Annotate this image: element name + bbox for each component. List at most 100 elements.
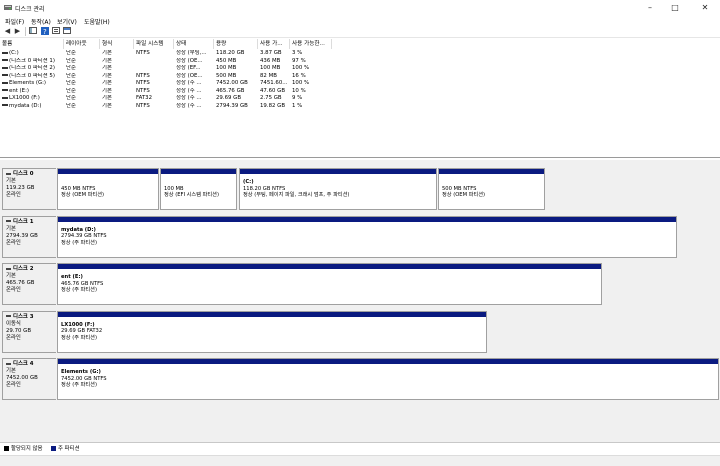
volume-cell: 단순 [66, 102, 76, 109]
partition-block[interactable]: 500 MB NTFS 정상 (OEM 파티션) [438, 168, 545, 210]
forward-arrow-icon: ▶ [14, 27, 21, 35]
volume-cell: (디스크 0 파티션 1) [0, 58, 64, 66]
help-button[interactable]: ? [40, 27, 49, 36]
volume-cell: NTFS [136, 102, 150, 109]
disk-type: 이동식 [6, 320, 21, 327]
volume-cell: 단순 [66, 80, 76, 86]
partition-type-bar [58, 311, 486, 317]
properties-icon [51, 27, 60, 34]
volume-cell: 3.87 GB [260, 50, 282, 56]
disk-size: 7452.00 GB [6, 375, 38, 381]
menu-file[interactable]: 파일(F) [5, 17, 24, 26]
volume-cell: 9 % [292, 95, 303, 101]
volume-cell: (디스크 0 파티션 5) [0, 73, 64, 81]
disk-icon [6, 220, 11, 222]
volume-icon [2, 96, 8, 99]
back-arrow-icon: ◀ [4, 27, 11, 35]
partition-info: mydata (D:) 2794.39 GB NTFS 정상 (주 파티션) [61, 227, 674, 247]
volume-cell: NTFS [136, 50, 150, 56]
partition-block[interactable]: 450 MB NTFS 정상 (OEM 파티션) [57, 168, 159, 210]
menu-view[interactable]: 보기(V) [57, 17, 77, 26]
menu-help[interactable]: 도움말(H) [84, 17, 110, 26]
volume-icon [2, 66, 8, 69]
partition-status: 정상 (주 파티션) [61, 334, 97, 341]
toolbar-separator [25, 27, 26, 36]
volume-cell: (C:) [0, 50, 64, 58]
partition-status: 정상 (주 파티션) [61, 239, 97, 246]
volume-cell: 82 MB [260, 72, 277, 79]
volume-cell: LX1000 (F:) [0, 95, 64, 103]
console-tree-button[interactable] [28, 27, 37, 36]
column-header-layout[interactable]: 레이아웃 [64, 39, 100, 49]
partition-type-bar [439, 169, 544, 174]
disk-label[interactable]: 디스크 4 기본 7452.00 GB 온라인 [2, 358, 56, 400]
back-button[interactable]: ◀ [3, 27, 12, 36]
column-header-filesystem[interactable]: 파일 시스템 [134, 39, 174, 49]
volume-cell: 16 % [292, 72, 306, 79]
disk-row: 디스크 3 이동식 29.70 GB 온라인 LX1000 (F:) 29.69 GB F… [0, 307, 720, 353]
volume-cell: NTFS [136, 87, 150, 94]
column-header-type[interactable]: 형식 [100, 39, 134, 49]
column-header-free-percent[interactable]: 사용 가능한... [290, 39, 332, 49]
volume-cell: 기본 [102, 72, 112, 79]
disk-label[interactable]: 디스크 3 이동식 29.70 GB 온라인 [2, 310, 56, 353]
volume-row[interactable]: Elements (G:) 단순 기본 NTFS 정상 (주 ... 7452.00 GB… [0, 80, 720, 88]
volume-row[interactable]: (C:) 단순 기본 NTFS 정상 (부팅,... 118.20 GB 3.87 GB 3 … [0, 50, 720, 58]
partition-status: 정상 (부팅, 페이지 파일, 크래시 덤프, 주 파티션) [243, 192, 350, 198]
volume-list-header: 볼륨 레이아웃 형식 파일 시스템 상태 용량 사용 가... 사용 가능한..… [0, 39, 720, 49]
volume-row[interactable]: mydata (D:) 단순 기본 NTFS 정상 (주 ... 2794.39 GB 19… [0, 103, 720, 111]
disk-label[interactable]: 디스크 2 기본 465.76 GB 온라인 [2, 263, 56, 305]
minimize-button[interactable]: – [639, 0, 661, 15]
volume-cell: 정상 (주 ... [176, 95, 202, 101]
volume-cell: 단순 [66, 65, 76, 71]
partition-info: 450 MB NTFS 정상 (OEM 파티션) [61, 179, 156, 199]
volume-icon [2, 51, 8, 54]
disk-row: 디스크 0 기본 119.23 GB 온라인 450 MB NTFS 정상 (OEM 파티… [0, 164, 720, 210]
menu-action[interactable]: 동작(A) [31, 17, 51, 26]
disk-label[interactable]: 디스크 0 기본 119.23 GB 온라인 [2, 168, 56, 210]
partition-block[interactable]: (C:) 118.20 GB NTFS 정상 (부팅, 페이지 파일, 크래시 덤프… [239, 168, 437, 210]
disk-row: 디스크 4 기본 7452.00 GB 온라인 Elements (G:) 7452.00… [0, 354, 720, 400]
volume-row[interactable]: LX1000 (F:) 단순 기본 FAT32 정상 (주 ... 29.69 GB 2.7… [0, 95, 720, 103]
maximize-button[interactable]: □ [664, 0, 686, 15]
forward-button[interactable]: ▶ [13, 27, 22, 36]
volume-row[interactable]: ent (E:) 단순 기본 NTFS 정상 (주 ... 465.76 GB 47.60 … [0, 88, 720, 96]
volume-name: (C:) [9, 50, 19, 56]
partition-block[interactable]: mydata (D:) 2794.39 GB NTFS 정상 (주 파티션) [57, 215, 677, 258]
volume-icon [2, 104, 8, 106]
column-header-capacity[interactable]: 용량 [214, 39, 258, 49]
volume-row[interactable]: (디스크 0 파티션 5) 단순 기본 NTFS 정상 (OE... 500 MB 82 M… [0, 73, 720, 81]
volume-name: (디스크 0 파티션 5) [9, 72, 55, 79]
volume-cell: NTFS [136, 72, 150, 79]
volume-cell: 정상 (OE... [176, 57, 203, 64]
legend-label-unallocated: 할당되지 않음 [11, 446, 43, 452]
disk-status: 온라인 [6, 192, 21, 198]
disk-name: 디스크 4 [13, 361, 34, 367]
close-button[interactable]: ✕ [694, 0, 716, 15]
show-hide-button[interactable] [62, 27, 71, 36]
volume-cell [136, 58, 174, 66]
partition-info: 500 MB NTFS 정상 (OEM 파티션) [442, 179, 542, 199]
partition-block[interactable]: LX1000 (F:) 29.69 GB FAT32 정상 (주 파티션) [57, 310, 487, 353]
column-header-free-space[interactable]: 사용 가... [258, 39, 290, 49]
disk-status: 온라인 [6, 382, 21, 388]
column-header-status[interactable]: 상태 [174, 39, 214, 49]
close-icon: ✕ [701, 3, 709, 12]
partition-block[interactable]: ent (E:) 465.76 GB NTFS 정상 (주 파티션) [57, 263, 602, 305]
volume-row[interactable]: (디스크 0 파티션 1) 단순 기본 정상 (OE... 450 MB 436 MB 97… [0, 58, 720, 66]
volume-cell: 100 MB [216, 65, 237, 71]
properties-button[interactable] [51, 27, 60, 36]
partition-info: Elements (G:) 7452.00 GB NTFS 정상 (주 파티션) [61, 369, 716, 389]
volume-cell: ent (E:) [0, 88, 64, 96]
partition-type-bar [161, 169, 236, 174]
volume-cell: 465.76 GB [216, 87, 245, 94]
disk-status: 온라인 [6, 334, 21, 341]
column-header-volume[interactable]: 볼륨 [0, 39, 64, 49]
partition-type-bar [58, 359, 718, 364]
partition-block[interactable]: 100 MB 정상 (EFI 시스템 파티션) [160, 168, 237, 210]
volume-row[interactable]: (디스크 0 파티션 2) 단순 기본 정상 (EF... 100 MB 100 MB 10… [0, 65, 720, 73]
volume-name: ent (E:) [9, 87, 29, 94]
partition-block[interactable]: Elements (G:) 7452.00 GB NTFS 정상 (주 파티션) [57, 358, 719, 400]
disk-label[interactable]: 디스크 1 기본 2794.39 GB 온라인 [2, 215, 56, 258]
disk-management-icon [4, 5, 12, 10]
